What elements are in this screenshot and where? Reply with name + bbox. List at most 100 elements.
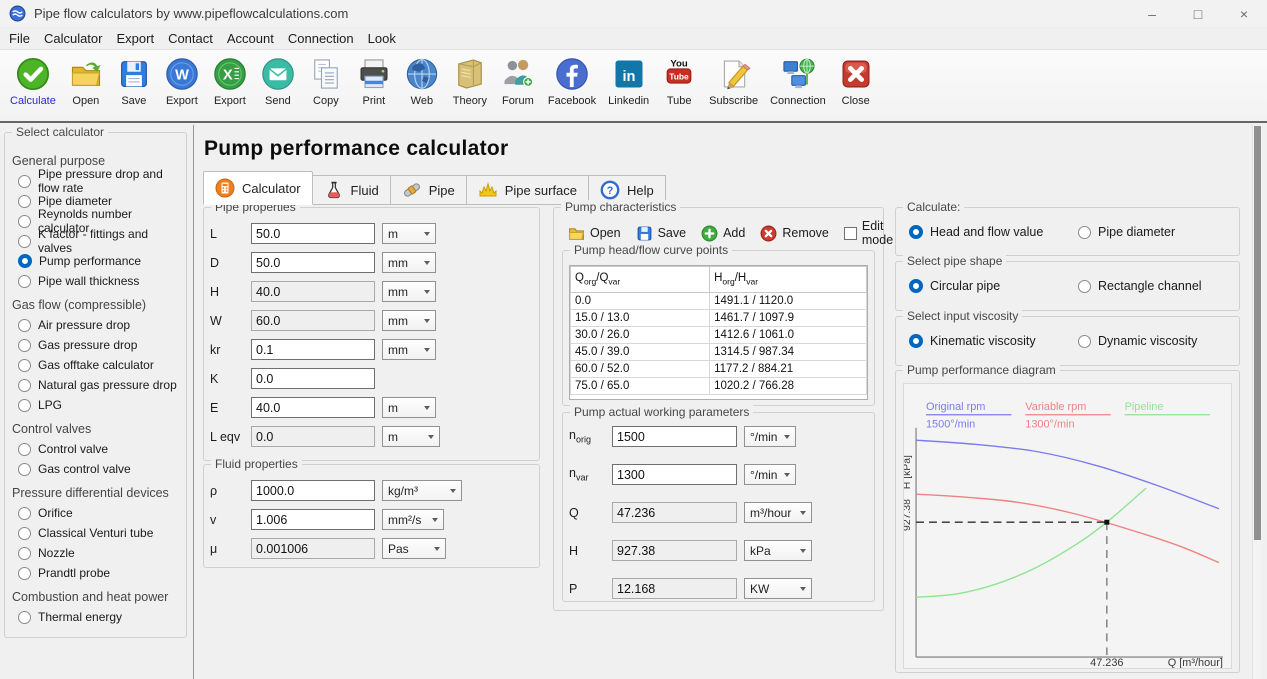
- menu-calculator[interactable]: Calculator: [37, 31, 110, 46]
- toolbar-web-button[interactable]: Web: [398, 56, 446, 107]
- option-kinematic-viscosity[interactable]: Kinematic viscosity: [909, 334, 1078, 348]
- table-cell[interactable]: 1314.5 / 987.34: [710, 344, 867, 361]
- edit-mode-checkbox[interactable]: Edit mode: [844, 219, 893, 247]
- radio-icon[interactable]: [18, 195, 31, 208]
- radio-icon[interactable]: [909, 334, 923, 348]
- unit-select-p[interactable]: KW: [744, 578, 812, 599]
- table-cell[interactable]: 1177.2 / 884.21: [710, 361, 867, 378]
- input-k[interactable]: [251, 368, 375, 389]
- sidebar-item-lpg[interactable]: LPG: [10, 395, 184, 415]
- input-norig[interactable]: [612, 426, 737, 447]
- toolbar-export-button[interactable]: WExport: [158, 56, 206, 107]
- table-cell[interactable]: 15.0 / 13.0: [571, 310, 710, 327]
- option-dynamic-viscosity[interactable]: Dynamic viscosity: [1078, 334, 1233, 348]
- option-head-and-flow-value[interactable]: Head and flow value: [909, 225, 1078, 239]
- sidebar-item-thermal-energy[interactable]: Thermal energy: [10, 607, 184, 627]
- radio-icon[interactable]: [18, 379, 31, 392]
- menu-export[interactable]: Export: [109, 31, 161, 46]
- table-cell[interactable]: 1461.7 / 1097.9: [710, 310, 867, 327]
- input-nvar[interactable]: [612, 464, 737, 485]
- table-row[interactable]: 30.0 / 26.01412.6 / 1061.0: [571, 327, 867, 344]
- input-[interactable]: [251, 480, 375, 501]
- table-cell[interactable]: 1491.1 / 1120.0: [710, 293, 867, 310]
- toolbar-forum-button[interactable]: Forum: [494, 56, 542, 107]
- sidebar-item-prandtl-probe[interactable]: Prandtl probe: [10, 563, 184, 583]
- radio-icon[interactable]: [18, 215, 31, 228]
- toolbar-export-button[interactable]: XExport: [206, 56, 254, 107]
- sidebar-item-orifice[interactable]: Orifice: [10, 503, 184, 523]
- radio-icon[interactable]: [18, 547, 31, 560]
- menu-connection[interactable]: Connection: [281, 31, 361, 46]
- toolbar-subscribe-button[interactable]: Subscribe: [703, 56, 764, 107]
- vertical-scrollbar[interactable]: [1252, 125, 1262, 679]
- radio-icon[interactable]: [18, 399, 31, 412]
- toolbar-calculate-button[interactable]: Calculate: [4, 56, 62, 107]
- toolbar-tube-button[interactable]: YouTubeTube: [655, 56, 703, 107]
- unit-select-[interactable]: kg/m³: [382, 480, 462, 501]
- radio-icon[interactable]: [909, 279, 923, 293]
- toolbar-connection-button[interactable]: Connection: [764, 56, 832, 107]
- input-v[interactable]: [251, 509, 375, 530]
- table-row[interactable]: 75.0 / 65.01020.2 / 766.28: [571, 378, 867, 395]
- menu-look[interactable]: Look: [361, 31, 403, 46]
- unit-select-v[interactable]: mm²/s: [382, 509, 444, 530]
- radio-icon[interactable]: [1078, 335, 1091, 348]
- unit-select-norig[interactable]: °/min: [744, 426, 796, 447]
- unit-select-l-eqv[interactable]: m: [382, 426, 440, 447]
- unit-select-[interactable]: Pas: [382, 538, 446, 559]
- radio-icon[interactable]: [18, 235, 31, 248]
- scrollbar-thumb[interactable]: [1254, 126, 1261, 540]
- table-cell[interactable]: 30.0 / 26.0: [571, 327, 710, 344]
- radio-icon[interactable]: [18, 319, 31, 332]
- table-row[interactable]: 60.0 / 52.01177.2 / 884.21: [571, 361, 867, 378]
- input-kr[interactable]: [251, 339, 375, 360]
- sidebar-item-nozzle[interactable]: Nozzle: [10, 543, 184, 563]
- toolbar-facebook-button[interactable]: Facebook: [542, 56, 602, 107]
- tab-calculator[interactable]: Calculator: [203, 171, 313, 205]
- unit-select-d[interactable]: mm: [382, 252, 436, 273]
- radio-icon[interactable]: [18, 611, 31, 624]
- toolbar-print-button[interactable]: Print: [350, 56, 398, 107]
- minimize-button[interactable]: –: [1129, 0, 1175, 27]
- unit-select-h[interactable]: kPa: [744, 540, 812, 561]
- sidebar-item-air-pressure-drop[interactable]: Air pressure drop: [10, 315, 184, 335]
- radio-icon[interactable]: [18, 359, 31, 372]
- radio-icon[interactable]: [18, 463, 31, 476]
- radio-icon[interactable]: [18, 254, 32, 268]
- unit-select-e[interactable]: m: [382, 397, 436, 418]
- sidebar-item-control-valve[interactable]: Control valve: [10, 439, 184, 459]
- toolbar-save-button[interactable]: Save: [110, 56, 158, 107]
- unit-select-q[interactable]: m³/hour: [744, 502, 812, 523]
- unit-select-kr[interactable]: mm: [382, 339, 436, 360]
- unit-select-h[interactable]: mm: [382, 281, 436, 302]
- radio-icon[interactable]: [18, 275, 31, 288]
- table-cell[interactable]: 45.0 / 39.0: [571, 344, 710, 361]
- menu-file[interactable]: File: [2, 31, 37, 46]
- input-l[interactable]: [251, 223, 375, 244]
- menu-account[interactable]: Account: [220, 31, 281, 46]
- sidebar-item-gas-control-valve[interactable]: Gas control valve: [10, 459, 184, 479]
- radio-icon[interactable]: [18, 567, 31, 580]
- table-cell[interactable]: 1412.6 / 1061.0: [710, 327, 867, 344]
- radio-icon[interactable]: [18, 507, 31, 520]
- radio-icon[interactable]: [909, 225, 923, 239]
- tab-pipe[interactable]: Pipe: [390, 175, 467, 205]
- radio-icon[interactable]: [18, 443, 31, 456]
- table-row[interactable]: 0.01491.1 / 1120.0: [571, 293, 867, 310]
- option-rectangle-channel[interactable]: Rectangle channel: [1078, 279, 1233, 293]
- toolbar-open-button[interactable]: Open: [62, 56, 110, 107]
- unit-select-nvar[interactable]: °/min: [744, 464, 796, 485]
- option-pipe-diameter[interactable]: Pipe diameter: [1078, 225, 1233, 239]
- add-curve-button[interactable]: Add: [701, 225, 745, 242]
- toolbar-copy-button[interactable]: Copy: [302, 56, 350, 107]
- table-cell[interactable]: 1020.2 / 766.28: [710, 378, 867, 395]
- tab-fluid[interactable]: Fluid: [312, 175, 391, 205]
- input-e[interactable]: [251, 397, 375, 418]
- toolbar-send-button[interactable]: Send: [254, 56, 302, 107]
- table-row[interactable]: 45.0 / 39.01314.5 / 987.34: [571, 344, 867, 361]
- toolbar-linkedin-button[interactable]: inLinkedin: [602, 56, 655, 107]
- radio-icon[interactable]: [18, 339, 31, 352]
- table-cell[interactable]: 0.0: [571, 293, 710, 310]
- open-curve-button[interactable]: Open: [568, 225, 621, 242]
- menu-contact[interactable]: Contact: [161, 31, 220, 46]
